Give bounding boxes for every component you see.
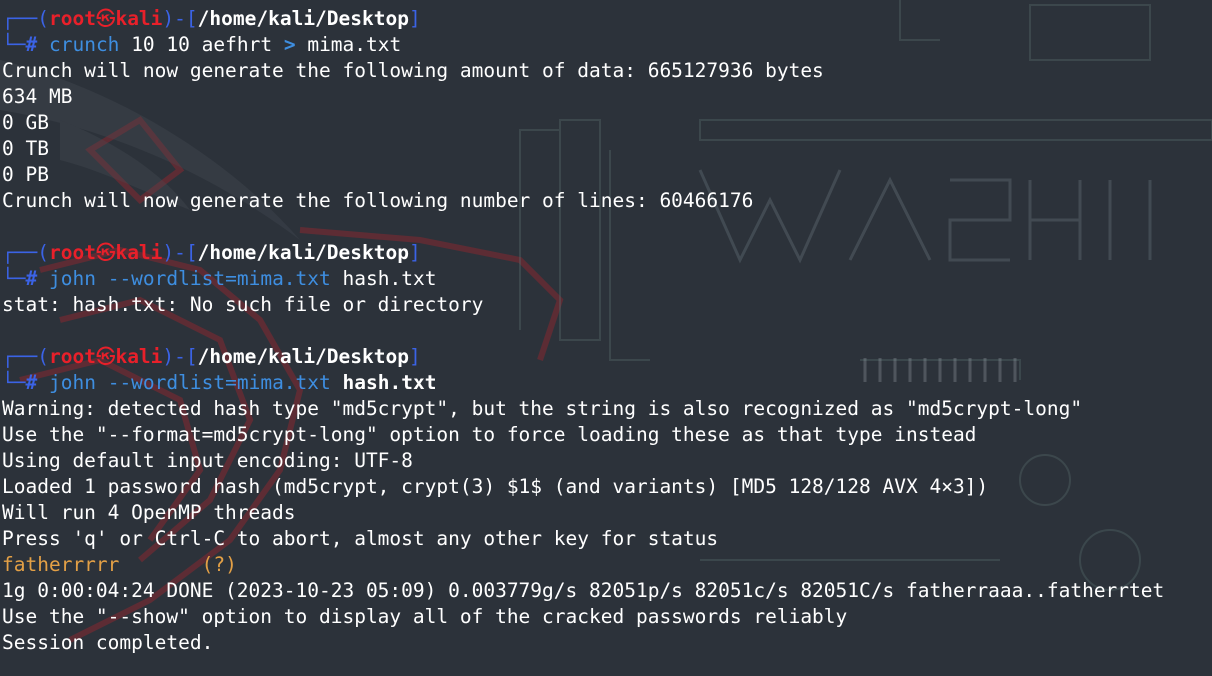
command-args: --wordlist=mima.txt bbox=[107, 267, 331, 290]
output-line: Using default input encoding: UTF-8 bbox=[2, 449, 413, 472]
prompt-box-bottom: └─ bbox=[2, 33, 26, 56]
prompt-close: ] bbox=[408, 345, 421, 368]
prompt-box-top: ┌──( bbox=[2, 7, 49, 30]
output-line: 634 MB bbox=[2, 85, 73, 108]
prompt-path: /home/kali/Desktop bbox=[197, 345, 409, 368]
prompt-separator: )-[ bbox=[162, 345, 198, 368]
redirect-target: mima.txt bbox=[307, 33, 402, 56]
prompt-separator: )-[ bbox=[162, 7, 198, 30]
output-line: 0 TB bbox=[2, 137, 49, 160]
prompt-box-bottom: └─ bbox=[2, 371, 26, 394]
prompt-box-top: ┌──( bbox=[2, 241, 49, 264]
output-line: Warning: detected hash type "md5crypt", … bbox=[2, 397, 1083, 420]
command-line[interactable]: └─# john --wordlist=mima.txt hash.txt bbox=[2, 370, 1210, 396]
root-prompt-symbol: # bbox=[25, 33, 38, 56]
command-file-arg: hash.txt bbox=[342, 371, 437, 394]
prompt-line: ┌──(root㉿kali)-[/home/kali/Desktop] bbox=[2, 240, 1210, 266]
root-prompt-symbol: # bbox=[25, 267, 38, 290]
prompt-user: root bbox=[48, 7, 96, 30]
cracked-password-line: fatherrrrr (?) bbox=[2, 552, 1210, 578]
output-line: Will run 4 OpenMP threads bbox=[2, 501, 296, 524]
kali-skull-icon: ㉿ bbox=[95, 7, 116, 30]
root-prompt-symbol: # bbox=[25, 371, 38, 394]
output-line: 0 PB bbox=[2, 163, 49, 186]
output-line: 1g 0:00:04:24 DONE (2023-10-23 05:09) 0.… bbox=[2, 579, 1165, 602]
output-line: Loaded 1 password hash (md5crypt, crypt(… bbox=[2, 475, 989, 498]
prompt-box-top: ┌──( bbox=[2, 345, 49, 368]
terminal-output[interactable]: ┌──(root㉿kali)-[/home/kali/Desktop] └─# … bbox=[2, 6, 1210, 656]
kali-skull-icon: ㉿ bbox=[95, 241, 116, 264]
prompt-line: ┌──(root㉿kali)-[/home/kali/Desktop] bbox=[2, 344, 1210, 370]
prompt-path: /home/kali/Desktop bbox=[197, 241, 409, 264]
output-line: Crunch will now generate the following n… bbox=[2, 189, 754, 212]
prompt-close: ] bbox=[408, 241, 421, 264]
command-line[interactable]: └─# john --wordlist=mima.txt hash.txt bbox=[2, 266, 1210, 292]
output-line: Crunch will now generate the following a… bbox=[2, 59, 824, 82]
command-name: john bbox=[48, 371, 96, 394]
output-line: Session completed. bbox=[2, 631, 214, 654]
prompt-host: kali bbox=[115, 241, 163, 264]
cracked-password-label: (?) bbox=[201, 553, 237, 576]
output-line: Press 'q' or Ctrl-C to abort, almost any… bbox=[2, 527, 719, 550]
output-line: 0 GB bbox=[2, 111, 49, 134]
command-args: --wordlist=mima.txt bbox=[107, 371, 331, 394]
command-args: 10 10 aefhrt bbox=[131, 33, 273, 56]
prompt-user: root bbox=[48, 241, 96, 264]
command-name: crunch bbox=[48, 33, 120, 56]
prompt-close: ] bbox=[408, 7, 421, 30]
output-line: Use the "--show" option to display all o… bbox=[2, 605, 848, 628]
command-name: john bbox=[48, 267, 96, 290]
command-file-arg: hash.txt bbox=[342, 267, 437, 290]
prompt-path: /home/kali/Desktop bbox=[197, 7, 409, 30]
prompt-box-bottom: └─ bbox=[2, 267, 26, 290]
cracked-password: fatherrrrr bbox=[2, 553, 120, 576]
prompt-host: kali bbox=[115, 7, 163, 30]
prompt-line: ┌──(root㉿kali)-[/home/kali/Desktop] bbox=[2, 6, 1210, 32]
kali-skull-icon: ㉿ bbox=[95, 345, 116, 368]
prompt-host: kali bbox=[115, 345, 163, 368]
prompt-user: root bbox=[48, 345, 96, 368]
output-line: Use the "--format=md5crypt-long" option … bbox=[2, 423, 977, 446]
prompt-separator: )-[ bbox=[162, 241, 198, 264]
command-line[interactable]: └─# crunch 10 10 aefhrt > mima.txt bbox=[2, 32, 1210, 58]
output-line: stat: hash.txt: No such file or director… bbox=[2, 293, 484, 316]
redirect-operator: > bbox=[283, 33, 296, 56]
